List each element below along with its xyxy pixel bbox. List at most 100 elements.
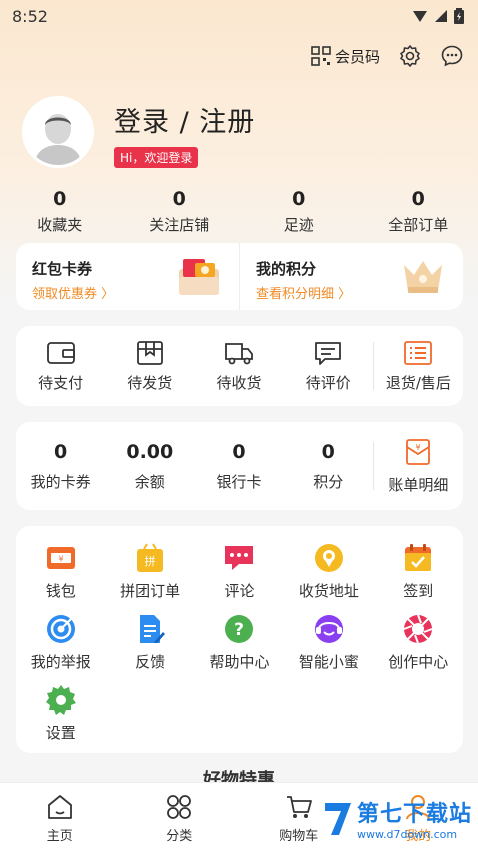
stats-row: 0 收藏夹 0 关注店铺 0 足迹 0 全部订单 [0,188,478,235]
order-label: 待发货 [127,373,173,392]
watermark-title: 第七下载站 [356,802,472,827]
order-label: 退货/售后 [385,373,451,392]
comment-icon [315,341,342,365]
tool-help-center[interactable]: ? 帮助中心 [195,613,284,672]
stat-footprints[interactable]: 0 足迹 [239,188,359,235]
wallet-my-coupons[interactable]: 0 我的卡券 [16,441,105,492]
stat-label: 足迹 [283,216,314,234]
profile-text: 登录 / 注册 Hi，欢迎登录 [114,100,255,168]
tool-my-reports[interactable]: 我的举报 [16,613,105,672]
tool-label: 创作中心 [388,653,449,671]
wallet-summary-card: 0 我的卡券 0.00 余额 0 银行卡 0 积分 ¥ 账单明细 [16,422,463,510]
tool-label: 设置 [45,724,76,742]
help-icon: ? [225,615,254,643]
site-watermark: 第七下载站 www.d7down.com [323,796,472,841]
promo-card: 红包卡券 领取优惠券 〉 我的积分 查看积分明细 〉 [16,243,463,310]
bill-icon: ¥ [406,438,431,465]
bill-details[interactable]: ¥ 账单明细 [374,438,463,495]
order-pending-payment[interactable]: 待支付 [16,340,105,393]
tool-label: 评论 [224,582,255,600]
status-icons [412,8,464,24]
wallet-icon [46,341,75,364]
order-pending-review[interactable]: 待评价 [284,340,373,393]
login-register-link[interactable]: 登录 / 注册 [114,100,255,139]
wallet-label: 余额 [134,472,165,491]
status-time: 8:52 [12,6,48,26]
wallet-points[interactable]: 0 积分 [284,441,373,492]
home-icon [47,795,72,819]
member-code-button[interactable]: 会员码 [311,46,380,67]
aperture-icon [403,614,433,644]
wallet-value: 0 [53,440,68,463]
wallet-tool-icon: ¥ [46,547,75,569]
order-pending-shipment[interactable]: 待发货 [105,340,194,393]
wallet-value: 0.00 [126,440,174,463]
tool-feedback[interactable]: 反馈 [105,613,194,672]
location-icon [314,544,343,572]
stat-value: 0 [292,188,306,210]
tool-creator-center[interactable]: 创作中心 [374,613,463,672]
tool-group-orders[interactable]: 拼 拼团订单 [105,542,194,601]
tool-label: 帮助中心 [209,653,270,671]
avatar[interactable] [22,96,94,168]
stat-value: 0 [172,188,186,210]
feedback-icon [140,615,166,643]
tab-home[interactable]: 主页 [0,783,120,850]
wallet-label: 银行卡 [216,472,262,491]
profile-section[interactable]: 登录 / 注册 Hi，欢迎登录 [22,96,255,168]
tool-label: 反馈 [135,653,166,671]
points-entry[interactable]: 我的积分 查看积分明细 〉 [239,243,463,310]
order-label: 待收货 [216,373,262,392]
cellular-icon [435,10,447,22]
category-icon [167,795,192,819]
stat-followed-stores[interactable]: 0 关注店铺 [120,188,240,235]
assistant-icon [314,615,343,643]
tool-label: 收货地址 [298,582,359,600]
crown-icon [404,261,442,293]
stat-label: 关注店铺 [149,216,210,234]
wallet-label: 我的卡券 [30,472,91,491]
box-icon [136,340,163,365]
group-order-icon: 拼 [137,543,164,572]
bill-label: 账单明细 [388,475,449,494]
settings-icon[interactable] [398,44,422,68]
tool-settings[interactable]: 设置 [16,684,105,743]
report-icon [46,615,75,643]
tool-label: 智能小蜜 [298,653,359,671]
tool-wallet[interactable]: ¥ 钱包 [16,542,105,601]
tab-category[interactable]: 分类 [120,783,240,850]
wallet-bank-cards[interactable]: 0 银行卡 [194,441,283,492]
default-avatar-icon [34,114,82,165]
tool-label: 签到 [403,582,434,600]
wallet-label: 积分 [313,472,344,491]
tools-card: ¥ 钱包 拼 拼团订单 评论 收货地址 签到 我的举报 反馈 ? 帮助中心 智能… [16,526,463,753]
stat-value: 0 [53,188,67,210]
svg-text:拼: 拼 [145,554,156,568]
svg-text:?: ? [235,620,245,640]
stat-all-orders[interactable]: 0 全部订单 [359,188,478,235]
order-label: 待支付 [38,373,84,392]
tab-label: 购物车 [279,829,319,844]
chat-icon [225,546,254,570]
tool-comments[interactable]: 评论 [195,542,284,601]
stat-label: 收藏夹 [37,216,83,234]
order-label: 待评价 [305,373,351,392]
wallet-value: 0 [232,440,246,463]
watermark-url: www.d7down.com [356,828,458,841]
tool-check-in[interactable]: 签到 [374,542,463,601]
order-pending-receipt[interactable]: 待收货 [194,340,283,393]
order-returns[interactable]: 退货/售后 [374,340,463,393]
stat-label: 全部订单 [388,216,449,234]
message-icon[interactable] [440,44,464,68]
stat-value: 0 [411,188,425,210]
order-status-card: 待支付 待发货 待收货 待评价 退货/售后 [16,326,463,406]
wallet-balance[interactable]: 0.00 余额 [105,441,194,492]
stat-favorites[interactable]: 0 收藏夹 [0,188,120,235]
coupon-envelope-icon [179,259,219,295]
tool-assistant[interactable]: 智能小蜜 [284,613,373,672]
tool-address[interactable]: 收货地址 [284,542,373,601]
coupons-entry[interactable]: 红包卡券 领取优惠券 〉 [16,243,239,310]
member-code-label: 会员码 [334,47,380,66]
watermark-logo-icon [324,802,351,835]
header-actions: 会员码 [311,44,464,68]
